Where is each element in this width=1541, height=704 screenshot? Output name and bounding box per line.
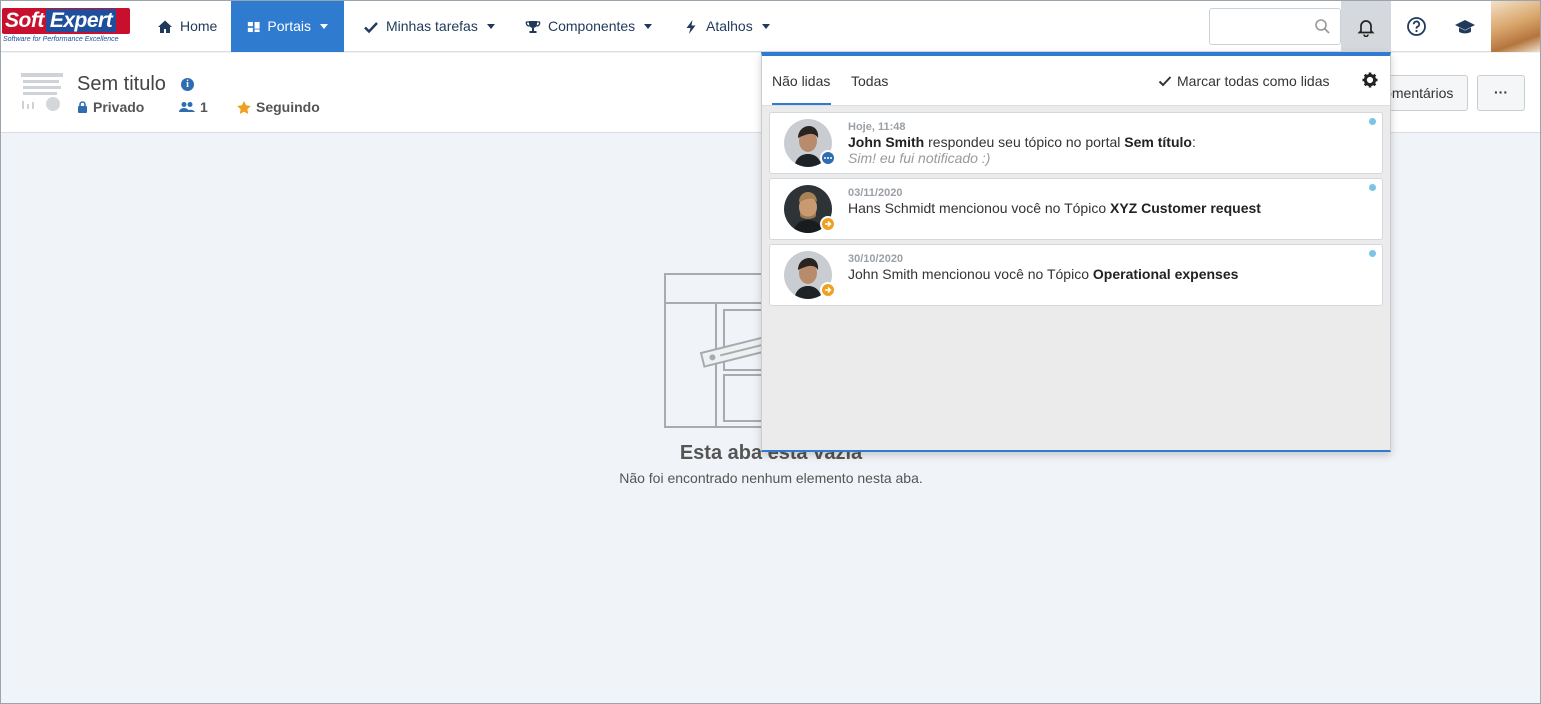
- notifications-button[interactable]: [1341, 1, 1391, 52]
- notification-item[interactable]: 03/11/2020 Hans Schmidt mencionou você n…: [769, 178, 1383, 240]
- search-icon: [1315, 19, 1330, 34]
- empty-state-subtitle: Não foi encontrado nenhum elemento nesta…: [619, 470, 923, 486]
- nav-atalhos-label: Atalhos: [706, 18, 753, 34]
- tab-todas[interactable]: Todas: [851, 73, 888, 105]
- users-icon: [179, 102, 195, 112]
- help-button[interactable]: [1393, 1, 1439, 52]
- notification-message: John Smith mencionou você no Tópico: [848, 266, 1093, 282]
- info-icon[interactable]: i: [181, 78, 194, 91]
- notification-message: Hans Schmidt mencionou você no Tópico: [848, 200, 1110, 216]
- privacy-status: Privado: [77, 99, 144, 115]
- trophy-icon: [525, 20, 541, 33]
- home-icon: [158, 20, 172, 33]
- notifications-dropdown: Não lidas Todas Marcar todas como lidas …: [761, 52, 1391, 452]
- follow-toggle[interactable]: Seguindo: [237, 99, 320, 115]
- chevron-down-icon: [486, 24, 495, 29]
- search-input[interactable]: [1209, 8, 1341, 45]
- bolt-icon: [686, 19, 696, 34]
- mark-all-read-label: Marcar todas como lidas: [1177, 73, 1330, 89]
- nav-home[interactable]: Home: [141, 1, 233, 52]
- nav-minhas-tarefas[interactable]: Minhas tarefas: [347, 1, 511, 52]
- notification-item[interactable]: 30/10/2020 John Smith mencionou você no …: [769, 244, 1383, 306]
- notification-actor: John Smith: [848, 134, 925, 150]
- star-icon: [237, 100, 251, 114]
- members-count-label: 1: [200, 99, 208, 115]
- notification-target: XYZ Customer request: [1110, 200, 1261, 216]
- members-count[interactable]: 1: [179, 99, 208, 115]
- notification-date: Hoje, 11:48: [848, 121, 906, 133]
- notification-text: John Smith mencionou você no Tópico Oper…: [848, 266, 1238, 282]
- nav-componentes[interactable]: Componentes: [509, 1, 668, 52]
- portal-thumbnail-icon: [21, 73, 63, 111]
- nav-minhas-tarefas-label: Minhas tarefas: [386, 18, 478, 34]
- notification-text: John Smith respondeu seu tópico no porta…: [848, 134, 1196, 150]
- softexpert-logo[interactable]: Soft Expert Software for Performance Exce…: [2, 8, 132, 46]
- nav-home-label: Home: [180, 18, 218, 34]
- logo-wordmark: Soft Expert: [2, 8, 130, 34]
- mark-all-read-button[interactable]: Marcar todas como lidas: [1158, 73, 1330, 89]
- mention-badge-icon: [820, 282, 836, 298]
- following-label: Seguindo: [256, 99, 320, 115]
- bell-icon: [1357, 19, 1375, 37]
- more-options-button[interactable]: ···: [1477, 75, 1525, 111]
- check-icon: [1158, 76, 1172, 87]
- tab-nao-lidas[interactable]: Não lidas: [772, 73, 831, 105]
- lock-icon: [78, 101, 87, 113]
- nav-atalhos[interactable]: Atalhos: [667, 1, 786, 52]
- gear-icon[interactable]: [1362, 72, 1378, 88]
- notification-item[interactable]: Hoje, 11:48 John Smith respondeu seu tóp…: [769, 112, 1383, 174]
- notifications-header: Não lidas Todas Marcar todas como lidas: [762, 56, 1390, 106]
- notification-quote: Sim! eu fui notificado :): [848, 150, 991, 166]
- nav-portais[interactable]: Portais: [231, 1, 344, 52]
- unread-dot-icon: [1369, 250, 1376, 257]
- notification-date: 30/10/2020: [848, 253, 904, 265]
- logo-tagline: Software for Performance Excellence: [3, 36, 119, 43]
- notification-target: Sem título: [1124, 134, 1192, 150]
- unread-dot-icon: [1369, 118, 1376, 125]
- notification-text: Hans Schmidt mencionou você no Tópico XY…: [848, 200, 1261, 216]
- user-avatar[interactable]: [1491, 1, 1540, 52]
- nav-componentes-label: Componentes: [548, 18, 636, 34]
- portal-grid-icon: [247, 21, 260, 32]
- unread-dot-icon: [1369, 184, 1376, 191]
- notification-target: Operational expenses: [1092, 266, 1239, 282]
- privacy-label: Privado: [93, 99, 145, 115]
- chevron-down-icon: [761, 24, 770, 29]
- notification-suffix: :: [1191, 134, 1196, 150]
- notification-message: respondeu seu tópico no portal: [924, 134, 1125, 150]
- check-icon: [364, 21, 378, 33]
- page-title: Sem titulo: [77, 73, 166, 95]
- question-circle-icon: [1406, 17, 1426, 36]
- graduation-cap-icon: [1455, 19, 1475, 33]
- top-navbar: Soft Expert Software for Performance Exce…: [1, 1, 1540, 52]
- chevron-down-icon: [644, 24, 653, 29]
- learning-button[interactable]: [1441, 1, 1489, 52]
- notification-date: 03/11/2020: [848, 187, 903, 199]
- reply-badge-icon: [820, 150, 836, 166]
- chevron-down-icon: [320, 24, 328, 29]
- mention-badge-icon: [820, 216, 836, 232]
- nav-portais-label: Portais: [267, 18, 311, 34]
